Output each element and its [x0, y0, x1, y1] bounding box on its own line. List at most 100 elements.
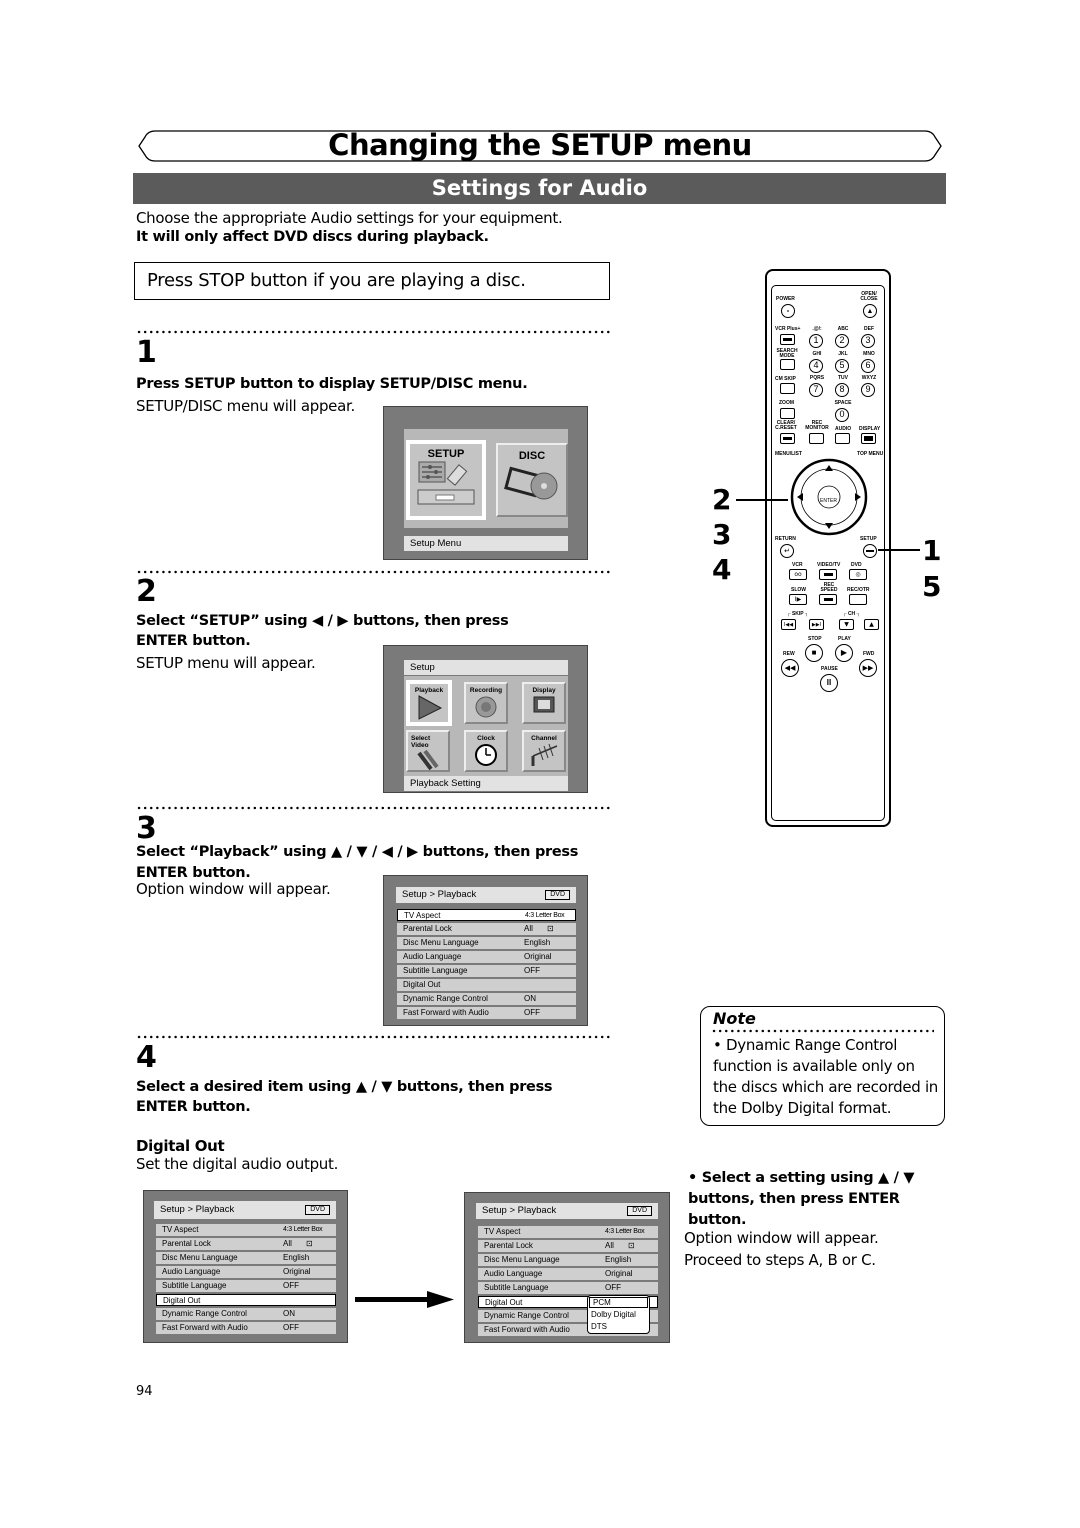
select-video-tile[interactable]: Select Video: [406, 730, 450, 772]
cm-skip-button[interactable]: [780, 383, 795, 394]
callout-step-2: 2: [712, 483, 732, 516]
key-7-button[interactable]: 7: [809, 383, 823, 397]
setup-tile[interactable]: SETUP: [406, 440, 486, 520]
enter-button-label[interactable]: ENTER: [820, 499, 837, 504]
key-5-button[interactable]: 5: [835, 359, 849, 373]
vcr-button[interactable]: oo: [789, 569, 807, 580]
settings-row[interactable]: Digital Out: [397, 979, 576, 991]
directional-pad[interactable]: [789, 457, 869, 537]
lock-icon: ⊡: [547, 924, 554, 933]
setting-label: Dynamic Range Control: [403, 994, 488, 1003]
power-button[interactable]: ∘: [781, 304, 795, 318]
settings-row[interactable]: Disc Menu Language English: [397, 937, 576, 949]
step-divider: [136, 570, 610, 574]
setting-value: All: [283, 1239, 292, 1248]
settings-row[interactable]: Fast Forward with Audio OFF: [397, 1007, 576, 1019]
channel-up-button[interactable]: ▲: [864, 619, 879, 630]
skip-forward-button[interactable]: ▶▶I: [809, 619, 824, 630]
key-letters-label: .@/:: [812, 326, 822, 332]
settings-row[interactable]: Audio Language Original: [478, 1268, 658, 1280]
settings-row[interactable]: Subtitle Language OFF: [397, 965, 576, 977]
key-8-button[interactable]: 8: [835, 383, 849, 397]
clear-label: CLEAR/ C.RESET: [775, 420, 797, 431]
pause-button[interactable]: II: [820, 674, 838, 692]
rec-otr-button[interactable]: [849, 594, 867, 605]
setting-value: ON: [283, 1309, 295, 1318]
fast-forward-button[interactable]: ▶▶: [859, 659, 877, 677]
settings-row[interactable]: Parental Lock All ⊡: [397, 923, 576, 935]
option-dts[interactable]: DTS: [588, 1321, 649, 1333]
settings-row[interactable]: Disc Menu Language English: [478, 1254, 658, 1266]
settings-row[interactable]: Subtitle Language OFF: [478, 1282, 658, 1294]
lock-icon: ⊡: [628, 1241, 635, 1250]
search-mode-button[interactable]: [780, 359, 795, 370]
setting-label: Parental Lock: [484, 1241, 533, 1250]
stop-label: STOP: [808, 636, 822, 642]
zoom-button[interactable]: [780, 408, 795, 419]
dvd-button[interactable]: ◎: [849, 569, 867, 580]
settings-row[interactable]: Audio Language Original: [397, 951, 576, 963]
key-0-button[interactable]: 0: [835, 408, 849, 422]
open-close-button[interactable]: ▲: [863, 304, 877, 318]
menu-breadcrumb: Setup > Playback: [482, 1205, 557, 1216]
key-1-button[interactable]: 1: [809, 334, 823, 348]
audio-button[interactable]: [835, 433, 850, 444]
play-button[interactable]: ▶: [835, 644, 853, 662]
setting-description: Option window will appear. Proceed to st…: [684, 1227, 879, 1271]
step-3-description: Option window will appear.: [136, 880, 331, 898]
key-letters-label: DEF: [864, 326, 874, 332]
display-tile[interactable]: Display: [522, 682, 566, 724]
rec-speed-button[interactable]: [819, 594, 837, 605]
digital-out-options-popup: PCM Dolby Digital DTS: [587, 1295, 650, 1334]
option-dolby-digital[interactable]: Dolby Digital: [588, 1309, 649, 1321]
key-6-button[interactable]: 6: [861, 359, 875, 373]
display-button[interactable]: [861, 433, 876, 444]
key-9-button[interactable]: 9: [861, 383, 875, 397]
settings-row[interactable]: Parental Lock All ⊡: [156, 1238, 336, 1250]
callout-step-5: 5: [922, 570, 942, 603]
setting-label: Audio Language: [484, 1269, 543, 1278]
slow-button[interactable]: I▶: [789, 594, 807, 605]
vcr-label: VCR: [792, 562, 803, 568]
setting-value: 4:3 Letter Box: [605, 1228, 645, 1235]
video-tv-button[interactable]: [819, 569, 837, 580]
settings-row[interactable]: Disc Menu Language English: [156, 1252, 336, 1264]
settings-row[interactable]: Subtitle Language OFF: [156, 1280, 336, 1292]
channel-tile[interactable]: Channel: [522, 730, 566, 772]
setup-disc-screen: SETUP DISC Setup Menu: [383, 406, 588, 560]
key-3-button[interactable]: 3: [861, 334, 875, 348]
return-button[interactable]: ↵: [780, 544, 794, 558]
setting-value: OFF: [524, 1008, 540, 1017]
settings-row[interactable]: Dynamic Range Control ON: [397, 993, 576, 1005]
key-2-button[interactable]: 2: [835, 334, 849, 348]
setting-value: 4:3 Letter Box: [525, 912, 565, 919]
settings-row[interactable]: Audio Language Original: [156, 1266, 336, 1278]
clock-tile[interactable]: Clock: [464, 730, 508, 772]
settings-row[interactable]: Fast Forward with Audio OFF: [156, 1322, 336, 1334]
settings-row[interactable]: Digital Out: [156, 1294, 336, 1306]
rec-monitor-button[interactable]: [809, 433, 824, 444]
vcr-plus-button[interactable]: [780, 334, 795, 345]
disc-tile[interactable]: DISC: [496, 443, 568, 517]
settings-row[interactable]: TV Aspect 4:3 Letter Box: [478, 1226, 658, 1238]
rewind-button[interactable]: ◀◀: [781, 659, 799, 677]
recording-tile[interactable]: Recording: [464, 682, 508, 724]
key-4-button[interactable]: 4: [809, 359, 823, 373]
channel-down-button[interactable]: ▼: [839, 619, 854, 630]
option-pcm[interactable]: PCM: [589, 1297, 648, 1308]
settings-row[interactable]: Parental Lock All ⊡: [478, 1240, 658, 1252]
settings-row[interactable]: TV Aspect 4:3 Letter Box: [397, 909, 576, 921]
section-heading: Settings for Audio: [133, 173, 946, 204]
digital-out-options-screen: Setup > Playback DVD TV Aspect 4:3 Letter…: [464, 1192, 670, 1343]
clear-button[interactable]: [780, 433, 795, 444]
skip-back-button[interactable]: I◀◀: [781, 619, 796, 630]
setup-button[interactable]: [863, 544, 877, 558]
key-letters-label: WXYZ: [861, 375, 877, 381]
settings-row[interactable]: Dynamic Range Control ON: [156, 1308, 336, 1320]
key-letters-label: JKL: [838, 351, 848, 357]
playback-tile[interactable]: Playback: [406, 680, 452, 726]
settings-row[interactable]: TV Aspect 4:3 Letter Box: [156, 1224, 336, 1236]
setting-label: TV Aspect: [162, 1225, 199, 1234]
setup-label: SETUP: [860, 536, 877, 542]
stop-button[interactable]: ■: [805, 644, 823, 662]
